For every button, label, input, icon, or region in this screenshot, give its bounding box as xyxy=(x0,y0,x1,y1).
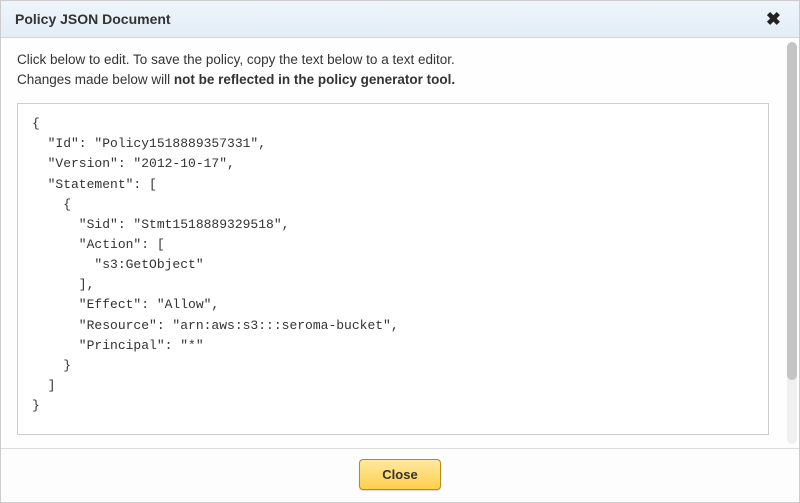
dialog-footer: Close xyxy=(1,448,799,502)
dialog-title: Policy JSON Document xyxy=(15,11,171,27)
dialog-body-wrap: Click below to edit. To save the policy,… xyxy=(1,38,799,448)
close-button[interactable]: Close xyxy=(359,459,440,490)
scrollbar-thumb[interactable] xyxy=(787,42,797,380)
close-icon[interactable]: ✖ xyxy=(762,10,785,28)
dialog-header: Policy JSON Document ✖ xyxy=(1,1,799,38)
scrollbar-track[interactable] xyxy=(787,42,797,444)
instructions-line2-prefix: Changes made below will xyxy=(17,72,174,87)
dialog-body: Click below to edit. To save the policy,… xyxy=(1,38,785,448)
instructions-line1: Click below to edit. To save the policy,… xyxy=(17,52,455,67)
instructions-text: Click below to edit. To save the policy,… xyxy=(17,50,769,89)
policy-json-editor[interactable]: { "Id": "Policy1518889357331", "Version"… xyxy=(17,103,769,435)
instructions-line2-bold: not be reflected in the policy generator… xyxy=(174,72,455,87)
policy-json-dialog: Policy JSON Document ✖ Click below to ed… xyxy=(0,0,800,503)
